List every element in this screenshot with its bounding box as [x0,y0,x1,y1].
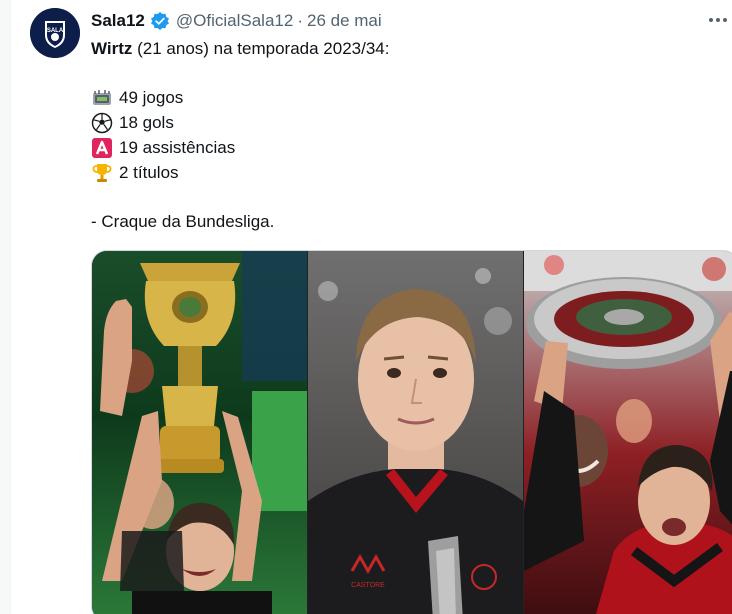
closing-text: - Craque da Bundesliga. [91,212,275,231]
games-text: 49 jogos [119,88,184,107]
player-name: Wirtz [91,39,133,58]
tweet-card[interactable]: SALA Sala12 @OficialSala12 · 26 de mai W… [10,0,732,614]
tweet-header: Sala12 @OficialSala12 · 26 de mai [91,10,382,32]
more-options-icon[interactable] [707,10,729,30]
titles-text: 2 títulos [119,163,179,182]
season-text: (21 anos) na temporada 2023/34: [132,39,390,58]
stadium-icon [91,87,113,109]
tweet-date[interactable]: 26 de mai [307,11,382,31]
assists-text: 19 assistências [119,138,236,157]
tweet-media-grid[interactable]: CASTORE [91,250,732,614]
separator-dot: · [297,11,303,30]
text-line-intro: Wirtz (21 anos) na temporada 2023/34: [91,36,721,61]
author-name[interactable]: Sala12 [91,11,145,31]
jersey-sponsor-text: CASTORE [351,582,385,589]
text-line-closing: - Craque da Bundesliga. [91,209,721,234]
trophy-icon [91,162,113,184]
stat-line-assists: 19 assistências [91,135,721,160]
soccer-ball-icon [91,112,113,134]
portrait-photo[interactable]: CASTORE [308,251,523,614]
stat-line-goals: 18 gols [91,110,721,135]
goals-text: 18 gols [119,113,174,132]
stat-line-titles: 2 títulos [91,160,721,185]
letter-a-icon [91,137,113,159]
author-handle[interactable]: @OficialSala12 [176,11,293,31]
shield-celebration-photo[interactable] [524,251,732,614]
stat-line-games: 49 jogos [91,85,721,110]
avatar[interactable]: SALA [30,8,80,58]
trophy-celebration-photo[interactable] [92,251,307,614]
avatar-label: SALA [47,28,64,34]
verified-badge-icon [150,11,170,31]
tweet-text: Wirtz (21 anos) na temporada 2023/34: 49… [91,36,721,234]
